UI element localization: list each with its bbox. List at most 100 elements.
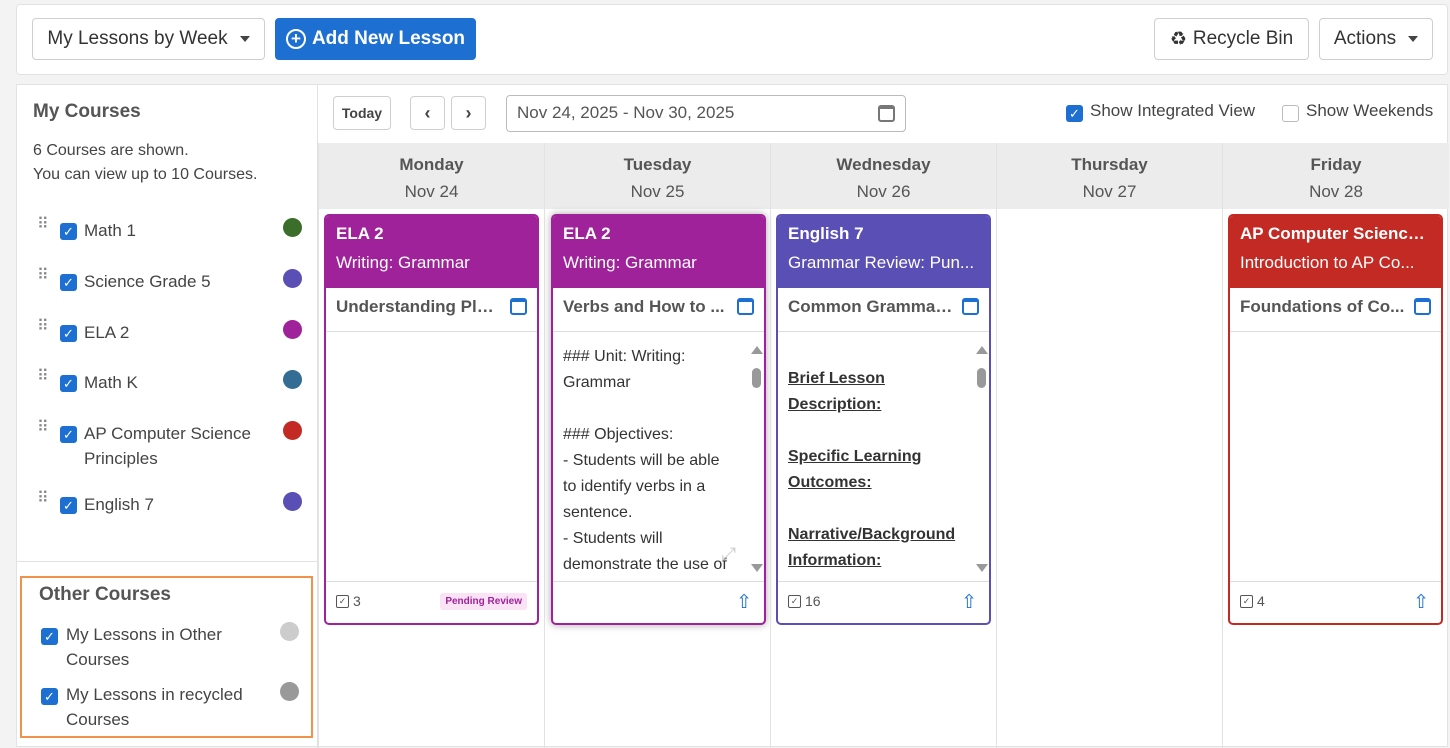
course-label: Math K <box>84 373 138 392</box>
upload-icon[interactable]: ⇧ <box>1413 591 1429 614</box>
task-count-value: 16 <box>805 593 821 609</box>
body-line: sentence. <box>563 504 633 521</box>
day-header: Thursday Nov 27 <box>997 143 1222 209</box>
lesson-body[interactable]: ### Unit: Writing: Grammar ### Objective… <box>553 332 764 582</box>
lesson-card[interactable]: ELA 2 Writing: Grammar Understanding Plu… <box>324 214 539 625</box>
drag-handle-icon[interactable]: ⠿ <box>37 268 49 284</box>
recycle-bin-label: Recycle Bin <box>1192 28 1294 49</box>
drag-handle-icon[interactable]: ⠿ <box>37 420 49 436</box>
drag-handle-icon[interactable]: ⠿ <box>37 369 49 385</box>
card-unit-name: Grammar Review: Pun... <box>788 253 975 272</box>
body-line: Grammar <box>563 374 631 391</box>
scroll-down-icon[interactable] <box>751 564 763 572</box>
course-item-math-1[interactable]: ⠿ ✓ Math 1 <box>33 217 313 244</box>
sidebar-title: My Courses <box>33 101 141 122</box>
lesson-title[interactable]: Foundations of Co... <box>1230 288 1441 332</box>
card-course-name: AP Computer Science ... <box>1240 224 1431 243</box>
course-item-english-7[interactable]: ⠿ ✓ English 7 <box>33 491 313 518</box>
lesson-title[interactable]: Understanding Plur... <box>326 288 537 332</box>
task-count: ✓ 16 <box>788 593 821 609</box>
body-heading: Narrative/Background <box>788 526 956 543</box>
scroll-down-icon[interactable] <box>976 564 988 572</box>
lesson-card[interactable]: ELA 2 Writing: Grammar Verbs and How to … <box>551 214 766 625</box>
day-header: Monday Nov 24 <box>319 143 544 209</box>
calendar-icon[interactable] <box>962 298 979 315</box>
lesson-card[interactable]: English 7 Grammar Review: Pun... Common … <box>776 214 991 625</box>
scroll-thumb[interactable] <box>977 368 986 388</box>
drag-handle-icon[interactable]: ⠿ <box>37 319 49 335</box>
card-footer: ⇧ <box>553 582 764 623</box>
recycle-bin-button[interactable]: ♻ Recycle Bin <box>1154 18 1309 60</box>
course-checkbox[interactable]: ✓ <box>41 628 58 645</box>
recycle-icon: ♻ <box>1169 28 1187 50</box>
add-lesson-button[interactable]: + Add New Lesson <box>275 18 476 60</box>
sidebar-divider <box>17 561 317 562</box>
task-count-value: 3 <box>353 593 361 609</box>
calendar-icon[interactable] <box>510 298 527 315</box>
lesson-card[interactable]: AP Computer Science ... Introduction to … <box>1228 214 1443 625</box>
course-color-dot <box>280 682 299 701</box>
weekends-checkbox[interactable] <box>1282 105 1299 122</box>
body-heading: Brief Lesson <box>788 370 885 387</box>
drag-handle-icon[interactable]: ⠿ <box>37 491 49 507</box>
view-select[interactable]: My Lessons by Week <box>32 18 265 60</box>
scrollbar[interactable] <box>976 346 988 572</box>
course-label: My Lessons in recycled Courses <box>66 685 243 729</box>
course-item-ela-2[interactable]: ⠿ ✓ ELA 2 <box>33 319 313 346</box>
course-checkbox[interactable]: ✓ <box>41 688 58 705</box>
lesson-body[interactable]: Brief Lesson Description: Specific Learn… <box>778 332 989 582</box>
next-week-button[interactable]: › <box>451 96 486 130</box>
course-label: English 7 <box>84 495 154 514</box>
course-checkbox[interactable]: ✓ <box>60 426 77 443</box>
actions-button[interactable]: Actions <box>1319 18 1433 60</box>
lesson-body <box>326 332 537 582</box>
course-checkbox[interactable]: ✓ <box>60 497 77 514</box>
integrated-view-checkbox[interactable]: ✓ <box>1066 105 1083 122</box>
add-lesson-label: Add New Lesson <box>311 28 466 49</box>
course-item-ap-computer-science[interactable]: ⠿ ✓ AP Computer Science Principles <box>33 420 313 471</box>
course-checkbox[interactable]: ✓ <box>60 325 77 342</box>
calendar-icon[interactable] <box>878 105 895 122</box>
actions-label: Actions <box>1333 28 1397 49</box>
course-color-dot <box>283 269 302 288</box>
course-item-science-grade-5[interactable]: ⠿ ✓ Science Grade 5 <box>33 268 313 295</box>
body-heading: Description: <box>788 396 882 413</box>
course-checkbox[interactable]: ✓ <box>60 375 77 392</box>
lesson-title-text: Verbs and How to ... <box>563 297 725 316</box>
courses-limit-line: You can view up to 10 Courses. <box>33 166 258 183</box>
upload-icon[interactable]: ⇧ <box>736 591 752 614</box>
expand-icon[interactable]: ⤢ <box>722 541 736 567</box>
body-line: - Students will be able <box>563 452 720 469</box>
lesson-title[interactable]: Verbs and How to ... <box>553 288 764 332</box>
course-color-dot <box>283 421 302 440</box>
calendar-icon[interactable] <box>737 298 754 315</box>
day-header: Wednesday Nov 26 <box>771 143 996 209</box>
other-course-item-recycled[interactable]: ✓ My Lessons in recycled Courses <box>22 682 302 732</box>
body-line: to identify verbs in a <box>563 478 706 495</box>
course-item-math-k[interactable]: ⠿ ✓ Math K <box>33 369 313 396</box>
today-button[interactable]: Today <box>333 96 391 130</box>
calendar-icon[interactable] <box>1414 298 1431 315</box>
body-line <box>563 396 742 422</box>
course-checkbox[interactable]: ✓ <box>60 274 77 291</box>
date-range-input[interactable]: Nov 24, 2025 - Nov 30, 2025 <box>506 95 906 132</box>
card-course-name: English 7 <box>788 224 864 243</box>
task-count-value: 4 <box>1257 593 1265 609</box>
other-course-item-other[interactable]: ✓ My Lessons in Other Courses <box>22 622 302 672</box>
checkbox-icon: ✓ <box>788 594 801 608</box>
scroll-up-icon[interactable] <box>976 346 988 354</box>
day-header: Friday Nov 28 <box>1223 143 1449 209</box>
lesson-title-text: Understanding Plur... <box>336 297 507 316</box>
integrated-view-label: Show Integrated View <box>1090 101 1256 120</box>
day-column-thursday: Thursday Nov 27 <box>996 143 1222 748</box>
scroll-up-icon[interactable] <box>751 346 763 354</box>
lesson-title[interactable]: Common Grammar... <box>778 288 989 332</box>
drag-handle-icon[interactable]: ⠿ <box>37 217 49 233</box>
scroll-thumb[interactable] <box>752 368 761 388</box>
day-name: Tuesday <box>623 155 692 174</box>
day-header: Tuesday Nov 25 <box>545 143 770 209</box>
scrollbar[interactable] <box>751 346 763 572</box>
upload-icon[interactable]: ⇧ <box>961 591 977 614</box>
course-checkbox[interactable]: ✓ <box>60 223 77 240</box>
prev-week-button[interactable]: ‹ <box>410 96 445 130</box>
